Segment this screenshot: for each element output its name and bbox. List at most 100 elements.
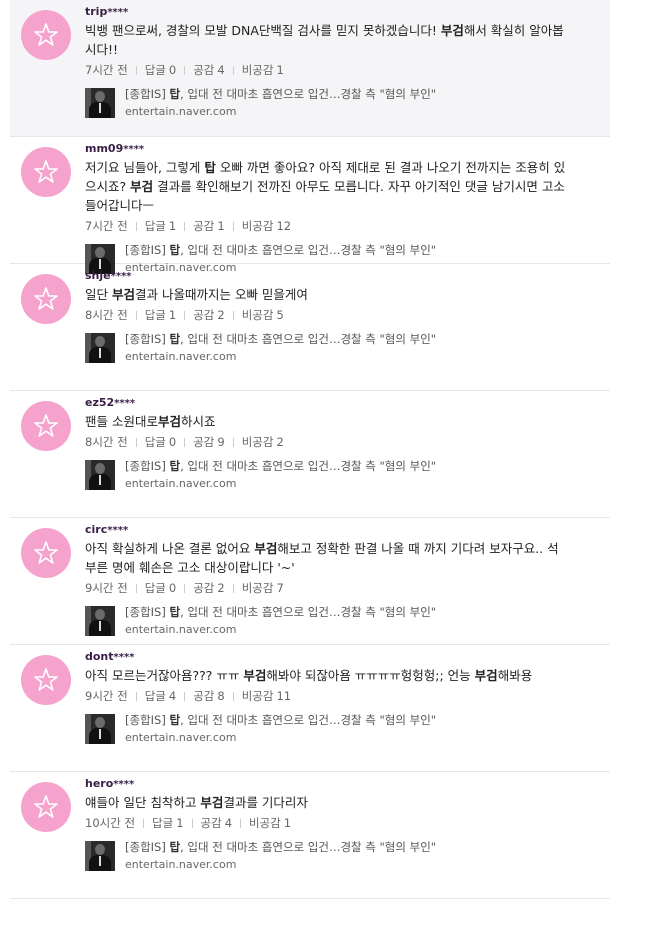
reply-button[interactable]: 답글 4 <box>145 689 177 703</box>
comment-author[interactable]: mm09**** <box>85 142 590 156</box>
reply-count: 0 <box>168 63 177 77</box>
author-mask: **** <box>123 144 145 155</box>
reply-count: 1 <box>168 219 177 233</box>
dislike-count: 1 <box>283 816 292 830</box>
news-title-bold: 탑 <box>169 840 181 854</box>
dislike-button[interactable]: 비공감 12 <box>242 219 291 233</box>
news-title[interactable]: [종합IS] 탑, 입대 전 대마초 흡연으로 입건…경찰 측 "혐의 부인" <box>125 605 436 620</box>
news-title[interactable]: [종합IS] 탑, 입대 전 대마초 흡연으로 입건…경찰 측 "혐의 부인" <box>125 459 436 474</box>
news-title[interactable]: [종합IS] 탑, 입대 전 대마초 흡연으로 입건…경찰 측 "혐의 부인" <box>125 243 436 258</box>
reply-count: 1 <box>168 308 177 322</box>
dislike-label: 비공감 <box>241 63 274 77</box>
news-title[interactable]: [종합IS] 탑, 입대 전 대마초 흡연으로 입건…경찰 측 "혐의 부인" <box>125 840 436 855</box>
dislike-button[interactable]: 비공감 1 <box>242 63 284 77</box>
news-title-rest: , 입대 전 대마초 흡연으로 입건…경찰 측 "혐의 부인" <box>180 243 437 257</box>
news-thumbnail[interactable] <box>85 714 115 744</box>
dislike-button[interactable]: 비공감 5 <box>242 308 284 322</box>
news-url: entertain.naver.com <box>125 350 237 363</box>
dislike-label: 비공감 <box>241 308 274 322</box>
news-thumbnail[interactable] <box>85 460 115 490</box>
dislike-button[interactable]: 비공감 2 <box>242 435 284 449</box>
comment-text: 빅뱅 팬으로써, 경찰의 모발 DNA단백질 검사를 믿지 못하겠습니다! 부검… <box>85 23 564 57</box>
news-link[interactable]: [종합IS] 탑, 입대 전 대마초 흡연으로 입건…경찰 측 "혐의 부인" … <box>85 840 590 874</box>
news-thumbnail[interactable] <box>85 333 115 363</box>
news-link[interactable]: [종합IS] 탑, 입대 전 대마초 흡연으로 입건…경찰 측 "혐의 부인" … <box>85 87 590 121</box>
comment-author[interactable]: dont**** <box>85 650 590 664</box>
like-button[interactable]: 공감 4 <box>201 816 233 830</box>
dislike-label: 비공감 <box>241 581 274 595</box>
author-id: ez52 <box>85 396 115 409</box>
reply-label: 답글 <box>144 308 166 322</box>
news-thumbnail[interactable] <box>85 606 115 636</box>
reply-button[interactable]: 답글 0 <box>145 63 177 77</box>
like-count: 9 <box>217 435 225 449</box>
avatar-star-icon[interactable] <box>21 782 71 832</box>
dislike-label: 비공감 <box>241 219 274 233</box>
comment-author[interactable]: trip**** <box>85 5 590 19</box>
author-mask: **** <box>107 525 129 536</box>
dislike-label: 비공감 <box>241 689 274 703</box>
reply-button[interactable]: 답글 1 <box>145 308 177 322</box>
comment-author[interactable]: circ**** <box>85 523 590 537</box>
news-url: entertain.naver.com <box>125 477 237 490</box>
news-link[interactable]: [종합IS] 탑, 입대 전 대마초 흡연으로 입건…경찰 측 "혐의 부인" … <box>85 459 590 493</box>
news-title-rest: , 입대 전 대마초 흡연으로 입건…경찰 측 "혐의 부인" <box>180 459 437 473</box>
news-title[interactable]: [종합IS] 탑, 입대 전 대마초 흡연으로 입건…경찰 측 "혐의 부인" <box>125 332 436 347</box>
comment-meta: 9시간 전 답글 0 공감 2 비공감 7 <box>85 580 590 596</box>
news-link[interactable]: [종합IS] 탑, 입대 전 대마초 흡연으로 입건…경찰 측 "혐의 부인" … <box>85 713 590 747</box>
dislike-count: 12 <box>276 219 292 233</box>
avatar-star-icon[interactable] <box>21 401 71 451</box>
comment-author[interactable]: shje**** <box>85 269 590 283</box>
avatar-star-icon[interactable] <box>21 655 71 705</box>
news-title[interactable]: [종합IS] 탑, 입대 전 대마초 흡연으로 입건…경찰 측 "혐의 부인" <box>125 713 436 728</box>
comment-list: trip**** 빅뱅 팬으로써, 경찰의 모발 DNA단백질 검사를 믿지 못… <box>0 0 645 899</box>
like-button[interactable]: 공감 1 <box>193 219 225 233</box>
news-title[interactable]: [종합IS] 탑, 입대 전 대마초 흡연으로 입건…경찰 측 "혐의 부인" <box>125 87 436 102</box>
avatar-star-icon[interactable] <box>21 274 71 324</box>
dislike-button[interactable]: 비공감 1 <box>249 816 291 830</box>
comment-text: 얘들아 일단 침착하고 부검결과를 기다리자 <box>85 795 308 810</box>
news-link[interactable]: [종합IS] 탑, 입대 전 대마초 흡연으로 입건…경찰 측 "혐의 부인" … <box>85 332 590 366</box>
like-button[interactable]: 공감 2 <box>193 581 225 595</box>
comment-meta: 7시간 전 답글 1 공감 1 비공감 12 <box>85 218 590 234</box>
news-title-rest: , 입대 전 대마초 흡연으로 입건…경찰 측 "혐의 부인" <box>180 840 437 854</box>
news-thumbnail[interactable] <box>85 88 115 118</box>
like-count: 1 <box>217 219 225 233</box>
comment-item: trip**** 빅뱅 팬으로써, 경찰의 모발 DNA단백질 검사를 믿지 못… <box>10 0 610 137</box>
reply-count: 0 <box>168 581 177 595</box>
reply-button[interactable]: 답글 1 <box>145 219 177 233</box>
author-mask: **** <box>113 652 135 663</box>
news-thumbnail[interactable] <box>85 841 115 871</box>
reply-label: 답글 <box>144 219 166 233</box>
like-button[interactable]: 공감 8 <box>193 689 225 703</box>
avatar-star-icon[interactable] <box>21 147 71 197</box>
like-label: 공감 <box>193 308 215 322</box>
comment-author[interactable]: hero**** <box>85 777 590 791</box>
like-count: 8 <box>217 689 225 703</box>
dislike-count: 11 <box>276 689 292 703</box>
reply-button[interactable]: 답글 0 <box>145 581 177 595</box>
reply-button[interactable]: 답글 0 <box>145 435 177 449</box>
dislike-button[interactable]: 비공감 7 <box>242 581 284 595</box>
news-title-bold: 탑 <box>169 87 181 101</box>
avatar-star-icon[interactable] <box>21 528 71 578</box>
like-button[interactable]: 공감 2 <box>193 308 225 322</box>
reply-button[interactable]: 답글 1 <box>152 816 184 830</box>
news-title-rest: , 입대 전 대마초 흡연으로 입건…경찰 측 "혐의 부인" <box>180 713 437 727</box>
author-mask: **** <box>107 7 129 18</box>
news-title-bold: 탑 <box>169 713 181 727</box>
news-url: entertain.naver.com <box>125 623 237 636</box>
like-count: 2 <box>217 581 225 595</box>
comment-time: 8시간 전 <box>85 435 128 449</box>
comment-text: 저기요 님들아, 그렇게 탑 오빠 까면 좋아요? 아직 제대로 된 결과 나오… <box>85 160 566 213</box>
avatar-star-icon[interactable] <box>21 10 71 60</box>
like-button[interactable]: 공감 4 <box>193 63 225 77</box>
comment-text: 아직 확실하게 나온 결론 없어요 부검해보고 정확한 판결 나올 때 까지 기… <box>85 541 559 575</box>
news-link[interactable]: [종합IS] 탑, 입대 전 대마초 흡연으로 입건…경찰 측 "혐의 부인" … <box>85 605 590 639</box>
comment-author[interactable]: ez52**** <box>85 396 590 410</box>
comment-meta: 7시간 전 답글 0 공감 4 비공감 1 <box>85 62 590 78</box>
news-title-prefix: [종합IS] <box>125 605 170 619</box>
like-button[interactable]: 공감 9 <box>193 435 225 449</box>
dislike-button[interactable]: 비공감 11 <box>242 689 291 703</box>
comment-text: 일단 부검결과 나올때까지는 오빠 믿을게여 <box>85 287 308 302</box>
